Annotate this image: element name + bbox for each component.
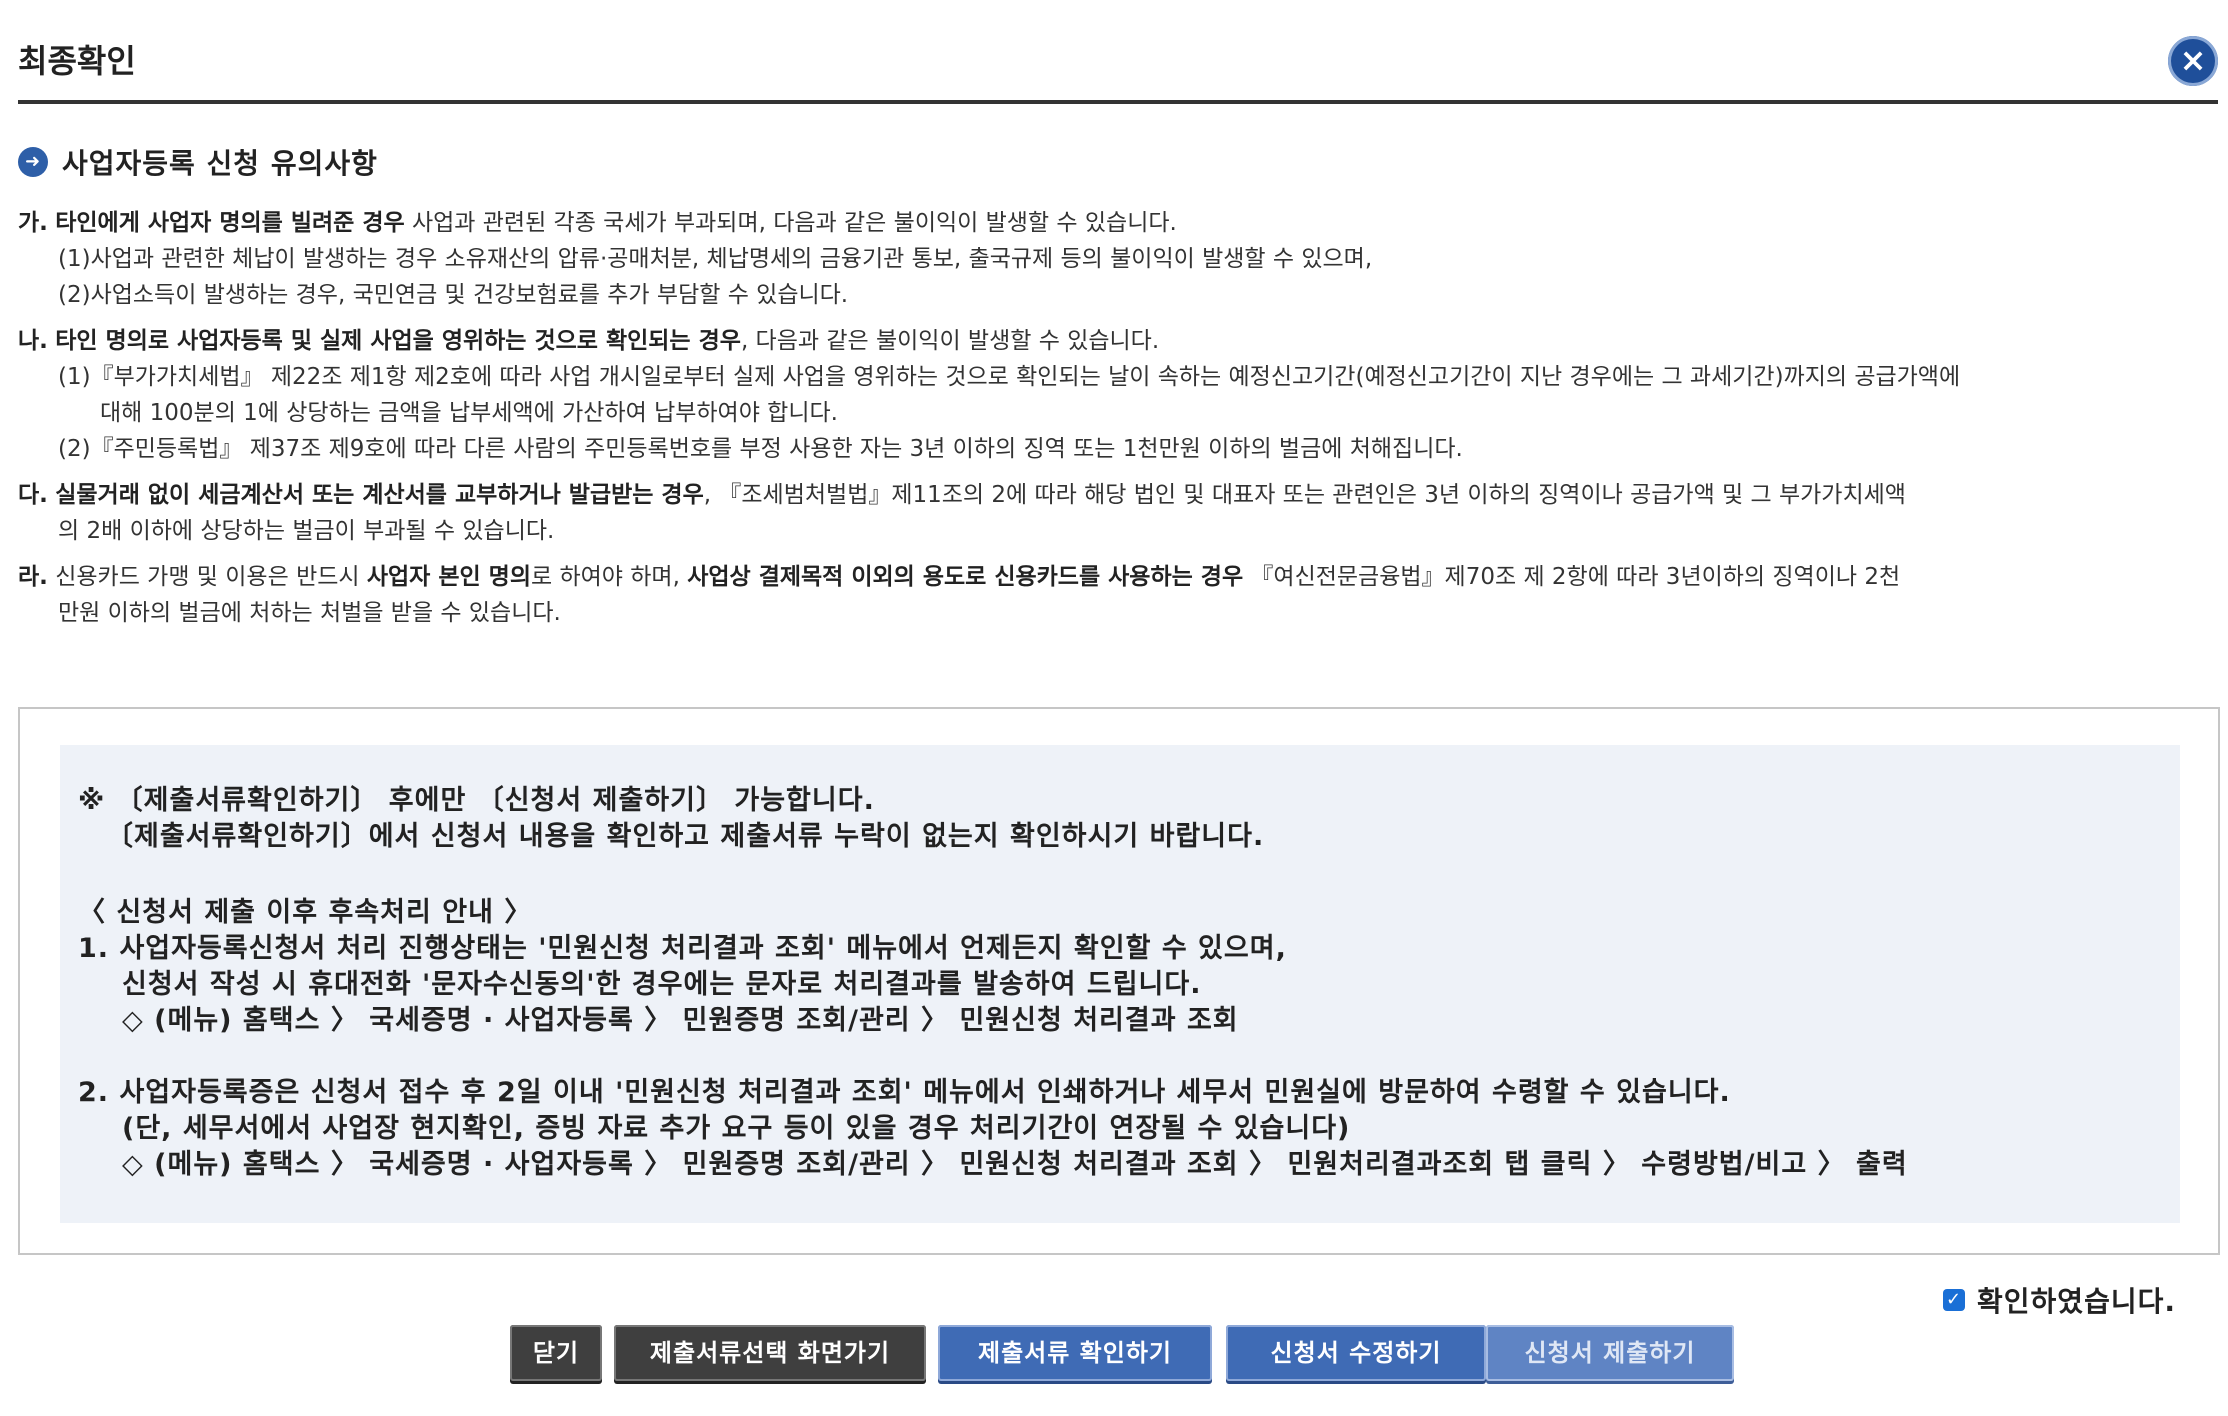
notice-line: (1)『부가가치세법』 제22조 제1항 제2호에 따라 사업 개시일로부터 실… [58,364,1961,390]
section-title-text: 사업자등록 신청 유의사항 [62,147,378,180]
info-line: ◇ (메뉴) 홈택스 〉 국세증명 · 사업자등록 〉 민원증명 조회/관리 〉… [122,1149,1908,1180]
submit-application-button[interactable]: 신청서 제출하기 [1486,1325,1734,1381]
info-line: 1. 사업자등록신청서 처리 진행상태는 '민원신청 처리결과 조회' 메뉴에서… [78,933,1287,964]
info-line: ◇ (메뉴) 홈택스 〉 국세증명 · 사업자등록 〉 민원증명 조회/관리 〉… [122,1005,1239,1036]
confirm-checkbox-row[interactable]: ✓ 확인하였습니다. [1943,1280,2176,1320]
close-icon[interactable]: × [2168,36,2218,86]
notice-line: (2)『주민등록법』 제37조 제9호에 따라 다른 사람의 주민등록번호를 부… [58,436,1463,462]
checkbox-checked-icon[interactable]: ✓ [1943,1289,1966,1311]
info-panel: ※ 〔제출서류확인하기〕 후에만 〔신청서 제출하기〕 가능합니다. 〔제출서류… [60,745,2180,1223]
notice-line: 대해 100분의 1에 상당하는 금액을 납부세액에 가산하여 납부하여야 합니… [100,400,838,426]
section-title: ➜ 사업자등록 신청 유의사항 [18,142,378,182]
info-line: ※ 〔제출서류확인하기〕 후에만 〔신청서 제출하기〕 가능합니다. [78,785,875,816]
notice-list: 가. 타인에게 사업자 명의를 빌려준 경우 사업과 관련된 각종 국세가 부과… [18,205,2218,641]
close-button[interactable]: 닫기 [510,1325,602,1381]
info-line: 신청서 작성 시 휴대전화 '문자수신동의'한 경우에는 문자로 처리결과를 발… [122,969,1202,1000]
notice-line: 만원 이하의 벌금에 처하는 처벌을 받을 수 있습니다. [58,600,561,626]
notice-line: 라. 신용카드 가맹 및 이용은 반드시 사업자 본인 명의로 하여야 하며, … [18,564,1901,590]
info-line: 〔제출서류확인하기〕에서 신청서 내용을 확인하고 제출서류 누락이 없는지 확… [106,821,1265,852]
edit-application-button[interactable]: 신청서 수정하기 [1226,1325,1486,1381]
notice-line: 다. 실물거래 없이 세금계산서 또는 계산서를 교부하거나 발급받는 경우, … [18,482,1906,508]
goto-select-docs-button[interactable]: 제출서류선택 화면가기 [614,1325,926,1381]
notice-line: (2)사업소득이 발생하는 경우, 국민연금 및 건강보험료를 추가 부담할 수… [58,282,849,308]
info-line: 2. 사업자등록증은 신청서 접수 후 2일 이내 '민원신청 처리결과 조회'… [78,1077,1731,1108]
check-docs-button[interactable]: 제출서류 확인하기 [938,1325,1212,1381]
info-box: ※ 〔제출서류확인하기〕 후에만 〔신청서 제출하기〕 가능합니다. 〔제출서류… [18,707,2220,1255]
dialog-title: 최종확인 [18,42,136,80]
notice-ra: 라. 신용카드 가맹 및 이용은 반드시 사업자 본인 명의로 하여야 하며, … [18,559,2218,631]
notice-da: 다. 실물거래 없이 세금계산서 또는 계산서를 교부하거나 발급받는 경우, … [18,477,2218,549]
confirm-label: 확인하였습니다. [1977,1285,2176,1318]
arrow-right-icon: ➜ [18,147,48,177]
info-line: (단, 세무서에서 사업장 현지확인, 증빙 자료 추가 요구 등이 있을 경우… [122,1113,1351,1144]
notice-line: 의 2배 이하에 상당하는 벌금이 부과될 수 있습니다. [58,518,555,544]
dialog-header: 최종확인 × [18,0,2218,104]
info-line: 〈 신청서 제출 이후 후속처리 안내 〉 [78,897,533,928]
notice-ga: 가. 타인에게 사업자 명의를 빌려준 경우 사업과 관련된 각종 국세가 부과… [18,205,2218,313]
notice-line: 나. 타인 명의로 사업자등록 및 실제 사업을 영위하는 것으로 확인되는 경… [18,328,1160,354]
notice-line: 가. 타인에게 사업자 명의를 빌려준 경우 사업과 관련된 각종 국세가 부과… [18,210,1177,236]
notice-na: 나. 타인 명의로 사업자등록 및 실제 사업을 영위하는 것으로 확인되는 경… [18,323,2218,467]
notice-line: (1)사업과 관련한 체납이 발생하는 경우 소유재산의 압류·공매처분, 체납… [58,246,1373,272]
